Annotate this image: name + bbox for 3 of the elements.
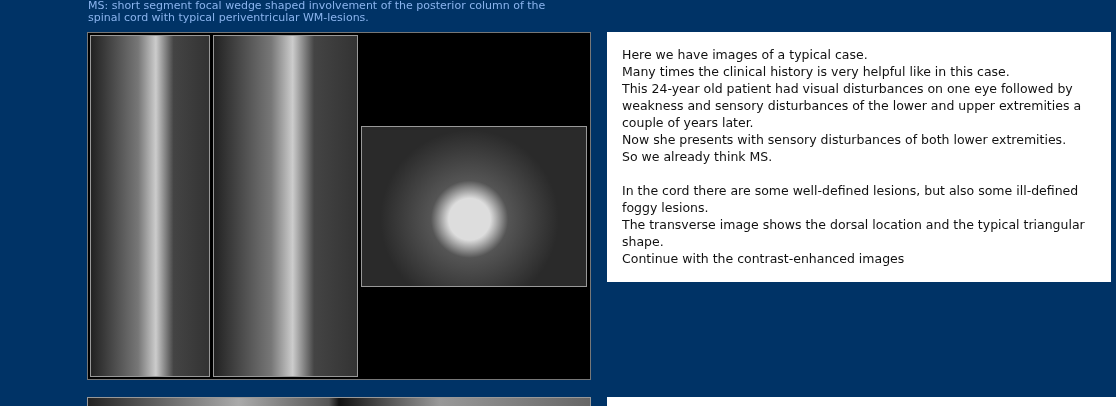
figure-caption: MS: short segment focal wedge shaped involvement of the posterior column of the spinal cord with typical periventricular WM-lesions. [88, 0, 547, 24]
description-paragraph: Here we have images of a typical case. Many times the clinical history is very helpful like in this case. This 24-year old patient had visual disturbances on one eye followed by weakness and sensory disturbances of the lower and upper extremities a couple of years later. Now she presents with sensory disturbances of both lower extremities. So we already think MS. [622, 46, 1083, 165]
description-paragraph: In the cord there are some well-defined lesions, but also some ill-defined foggy lesions. The transverse image shows the dorsal location and the typical triangular shape. Continue with the contrast-enhanced images [622, 182, 1086, 267]
